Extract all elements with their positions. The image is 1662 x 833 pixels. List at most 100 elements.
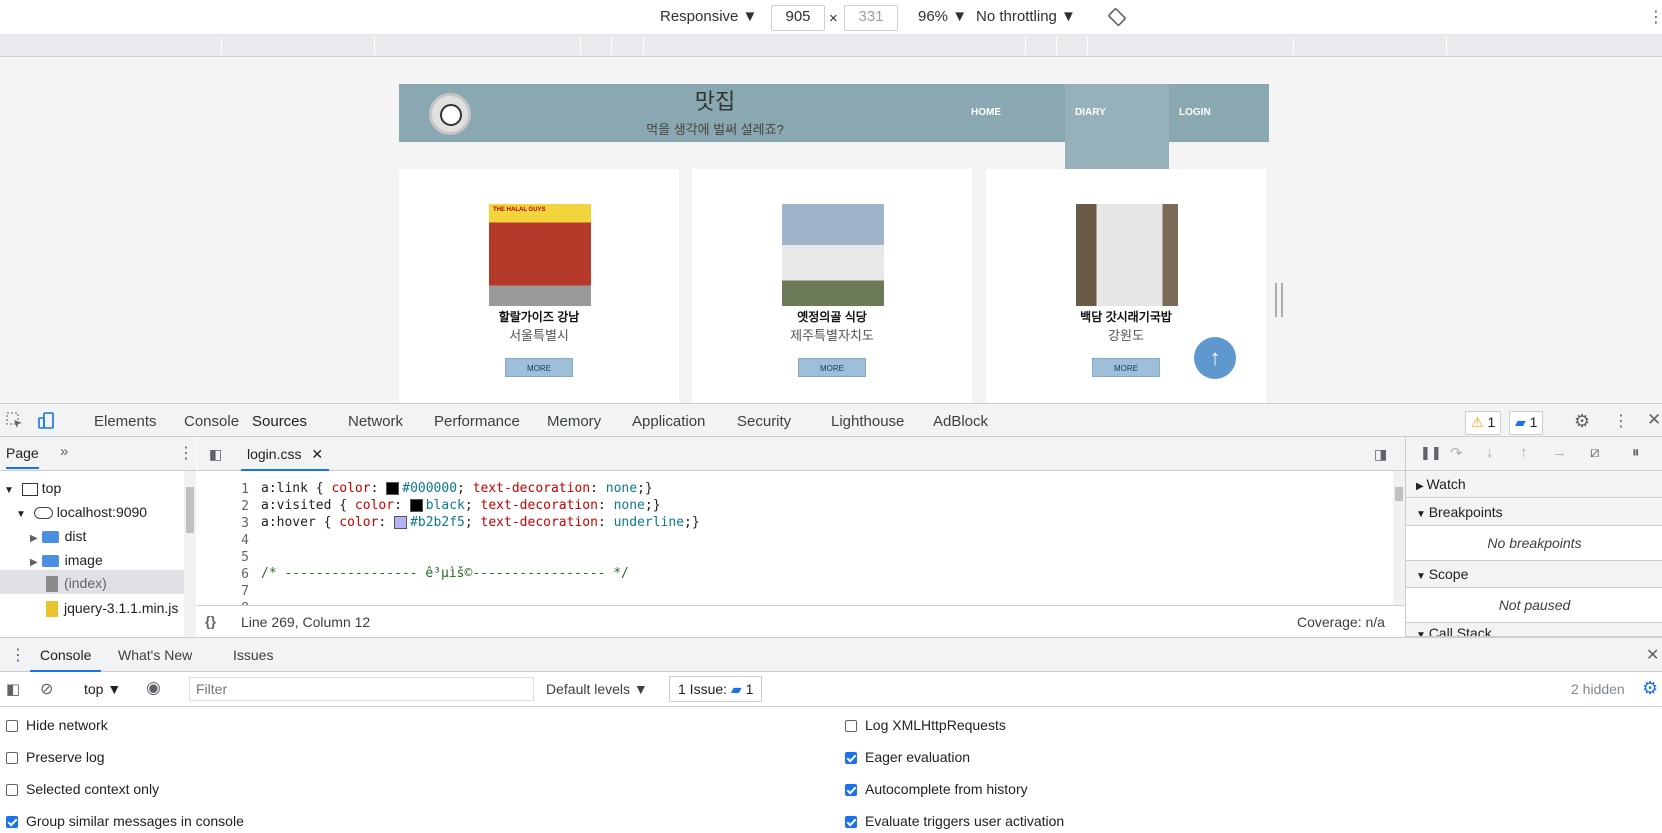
inspect-icon[interactable] <box>6 412 24 430</box>
line-numbers: 12345678 <box>241 482 249 616</box>
code-line-2[interactable]: a:visited { color: black; text-decoratio… <box>261 498 661 513</box>
more-button[interactable]: MORE <box>1092 358 1160 377</box>
tab-elements[interactable]: Elements <box>94 413 157 430</box>
option-log-xhr[interactable]: Log XMLHttpRequests <box>845 717 1006 733</box>
color-swatch <box>409 499 423 512</box>
warnings-badge[interactable]: ⚠ 1 <box>1465 411 1502 435</box>
code-line-3[interactable]: a:hover { color: #b2b2f5; text-decoratio… <box>261 515 700 530</box>
close-tab-icon[interactable]: ✕ <box>311 446 323 462</box>
log-levels-select[interactable]: Default levels ▼ <box>546 681 648 697</box>
option-eager-evaluation[interactable]: Eager evaluation <box>845 749 970 765</box>
pause-on-exceptions-icon[interactable]: ⏸ <box>1632 444 1640 461</box>
scroll-to-top-button[interactable]: ↑ <box>1194 337 1236 379</box>
tree-folder-image[interactable]: ▶ image <box>30 552 103 568</box>
viewport-resize-handle[interactable] <box>1275 283 1283 317</box>
tab-console[interactable]: Console <box>184 413 239 430</box>
option-evaluate-triggers[interactable]: Evaluate triggers user activation <box>845 813 1064 829</box>
color-swatch <box>386 482 400 495</box>
tree-file-jquery[interactable]: jquery-3.1.1.min.js <box>46 600 186 618</box>
emulated-viewport: 맛집 먹을 생각에 벌써 설레죠? HOME DIARY LOGIN THE H… <box>0 57 1662 403</box>
clear-console-icon[interactable]: ⊘ <box>40 679 53 699</box>
code-line-6[interactable]: /* ----------------- ê³µìš©-------------… <box>261 566 629 581</box>
close-devtools-icon[interactable]: ✕ <box>1647 410 1661 430</box>
restaurant-image[interactable] <box>782 204 884 306</box>
watch-section[interactable]: ▶ Watch <box>1406 471 1662 498</box>
drawer-menu-icon[interactable]: ⋮ <box>10 645 26 665</box>
close-drawer-icon[interactable]: ✕ <box>1646 645 1659 665</box>
option-preserve-log[interactable]: Preserve log <box>6 749 105 765</box>
issues-counter[interactable]: 1 Issue: ▰ 1 <box>669 676 763 702</box>
tree-folder-dist[interactable]: ▶ dist <box>30 528 86 544</box>
more-options-icon[interactable]: ⋮ <box>1648 7 1662 27</box>
tree-host[interactable]: ▼ localhost:9090 <box>16 504 147 520</box>
tab-adblock[interactable]: AdBlock <box>933 413 988 430</box>
rotate-icon[interactable] <box>1108 8 1126 26</box>
more-button[interactable]: MORE <box>798 358 866 377</box>
device-mode-select[interactable]: Responsive ▼ <box>660 8 757 25</box>
pause-icon[interactable]: ❚❚ <box>1420 445 1442 461</box>
tree-top[interactable]: ▼ top <box>4 480 61 496</box>
console-filter-input[interactable] <box>189 677 534 701</box>
viewport-height-input[interactable]: 331 <box>844 5 898 31</box>
step-icon[interactable]: → <box>1552 444 1567 461</box>
tab-security[interactable]: Security <box>737 413 791 430</box>
throttling-select[interactable]: No throttling ▼ <box>976 8 1076 25</box>
scope-section[interactable]: ▼ Scope <box>1406 561 1662 588</box>
toggle-navigator-icon[interactable]: ◧ <box>209 446 222 463</box>
code-line-1[interactable]: a:link { color: #000000; text-decoration… <box>261 481 653 496</box>
console-settings-icon[interactable]: ⚙ <box>1642 678 1658 699</box>
drawer-tab-console[interactable]: Console <box>30 647 102 672</box>
tab-performance[interactable]: Performance <box>434 413 520 430</box>
nav-diary-link[interactable]: DIARY <box>1075 107 1106 118</box>
device-toolbar: Responsive ▼ 905 × 331 96% ▼ No throttli… <box>0 0 1662 35</box>
navigator-menu-icon[interactable]: ⋮ <box>178 443 194 463</box>
console-toolbar: ◧ ⊘ top ▼ ◉ Default levels ▼ 1 Issue: ▰ … <box>0 672 1662 707</box>
editor-tab-login-css[interactable]: login.css ✕ <box>241 446 330 471</box>
show-sidebar-icon[interactable]: ◧ <box>6 680 20 698</box>
color-swatch <box>394 516 408 529</box>
restaurant-name: 할랄가이즈 강남 <box>498 310 580 324</box>
more-tabs-icon[interactable]: » <box>60 443 68 460</box>
deactivate-breakpoints-icon[interactable]: ⧄ <box>1590 444 1600 461</box>
tab-network[interactable]: Network <box>348 413 403 430</box>
settings-icon[interactable]: ⚙ <box>1574 411 1590 432</box>
navigator-scrollbar[interactable] <box>184 471 196 637</box>
toggle-debugger-icon[interactable]: ◨ <box>1374 446 1387 463</box>
step-out-icon[interactable]: ↑ <box>1520 444 1528 461</box>
step-into-icon[interactable]: ↓ <box>1486 444 1494 461</box>
pretty-print-icon[interactable]: {} <box>205 613 216 629</box>
code-editor: ◧ login.css ✕ ◨ 12345678 a:link { color:… <box>197 437 1405 637</box>
messages-badge[interactable]: ▰ 1 <box>1509 411 1544 435</box>
restaurant-image[interactable]: THE HALAL GUYS <box>489 204 591 306</box>
option-selected-context-only[interactable]: Selected context only <box>6 781 159 797</box>
more-button[interactable]: MORE <box>505 358 573 377</box>
breakpoints-section[interactable]: ▼ Breakpoints <box>1406 499 1662 526</box>
warning-icon: ⚠ <box>1471 414 1484 430</box>
editor-scrollbar[interactable] <box>1393 471 1405 605</box>
device-toggle-icon[interactable] <box>38 412 56 430</box>
option-hide-network[interactable]: Hide network <box>6 717 108 733</box>
context-select[interactable]: top ▼ <box>84 681 121 697</box>
option-autocomplete-history[interactable]: Autocomplete from history <box>845 781 1028 797</box>
not-paused-text: Not paused <box>1406 588 1662 623</box>
tab-sources[interactable]: Sources <box>238 413 322 439</box>
js-file-icon <box>46 601 58 618</box>
tab-lighthouse[interactable]: Lighthouse <box>831 413 904 430</box>
navigator-tab-page[interactable]: Page <box>6 445 39 469</box>
nav-login-link[interactable]: LOGIN <box>1179 107 1211 118</box>
step-over-icon[interactable]: ↷ <box>1450 444 1463 462</box>
option-group-similar[interactable]: Group similar messages in console <box>6 813 244 829</box>
tab-memory[interactable]: Memory <box>547 413 601 430</box>
live-expression-eye-icon[interactable]: ◉ <box>146 678 161 698</box>
drawer-tab-whats-new[interactable]: What's New <box>118 647 192 663</box>
tab-application[interactable]: Application <box>632 413 705 430</box>
more-options-icon[interactable]: ⋮ <box>1613 411 1629 431</box>
viewport-width-input[interactable]: 905 <box>771 5 825 31</box>
drawer-tab-issues[interactable]: Issues <box>233 647 273 663</box>
restaurant-image[interactable] <box>1076 204 1178 306</box>
nav-home-link[interactable]: HOME <box>971 107 1001 118</box>
tree-file-index[interactable]: (index) <box>0 570 184 594</box>
zoom-select[interactable]: 96% ▼ <box>918 8 967 25</box>
file-icon <box>46 576 58 593</box>
call-stack-section[interactable]: ▼ Call Stack <box>1406 623 1662 637</box>
